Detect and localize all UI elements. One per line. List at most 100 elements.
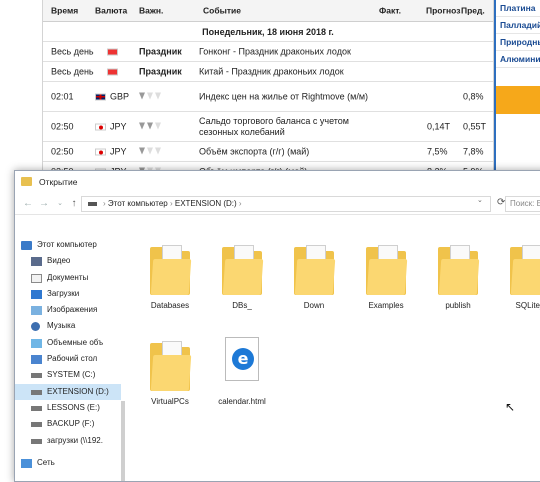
folder-item[interactable]: Down — [279, 241, 349, 310]
downloads-icon — [31, 289, 42, 299]
folder-item[interactable]: publish — [423, 241, 493, 310]
recent-locations-chevron-icon[interactable]: ⌄ — [53, 197, 67, 211]
importance-bull-icon — [155, 147, 161, 154]
holiday-type: Праздник — [139, 46, 182, 56]
event-title[interactable]: Объём экспорта (г/г) (май) — [199, 146, 379, 157]
video-icon — [31, 257, 42, 267]
mouse-cursor-icon: ↖ — [505, 400, 516, 414]
sidebar-item[interactable]: Видео — [15, 253, 121, 269]
sidebar-item[interactable]: загрузки (\\192. — [15, 433, 121, 449]
sidebar-item[interactable]: Рабочий стол — [15, 351, 121, 367]
header-currency: Валюта — [95, 5, 128, 15]
folder-icon — [148, 241, 192, 297]
forward-arrow-icon[interactable]: → — [37, 197, 51, 211]
folder-icon — [148, 337, 192, 393]
holiday-flag — [107, 46, 122, 57]
event-forecast: 7,5% — [427, 146, 448, 156]
event-row[interactable]: 02:01 GBP Индекс цен на жилье от Rightmove… — [43, 82, 493, 112]
file-name: DBs_ — [232, 301, 252, 310]
date-row: Понедельник, 18 июня 2018 г. — [43, 22, 493, 42]
sidebar-item[interactable]: Изображения — [15, 302, 121, 318]
sidebar-item[interactable]: Объемные объ — [15, 335, 121, 351]
economic-calendar-table: Время Валюта Важн. Событие Факт. Прогноз… — [42, 0, 494, 182]
event-currency: JPY — [110, 146, 127, 156]
sidebar-item[interactable]: BACKUP (F:) — [15, 416, 121, 432]
header-event: Событие — [203, 5, 241, 15]
back-arrow-icon[interactable]: ← — [21, 197, 35, 211]
dialog-titlebar[interactable]: Открытие — [15, 171, 540, 193]
event-title[interactable]: Индекс цен на жилье от Rightmove (м/м) — [199, 91, 379, 102]
event-currency-cell: GBP — [95, 91, 129, 102]
sidebar-item-label: Этот компьютер — [37, 240, 97, 249]
address-dropdown-chevron-icon[interactable]: ⌄ — [477, 196, 483, 204]
calendar-header-row: Время Валюта Важн. Событие Факт. Прогноз… — [43, 0, 493, 22]
importance-bull-icon — [155, 122, 161, 129]
folder-icon — [220, 241, 264, 297]
event-currency: JPY — [110, 121, 127, 131]
importance-bull-icon — [139, 92, 145, 99]
sidebar-item-label: загрузки (\\192. — [47, 435, 103, 445]
currency-flag-icon — [95, 148, 106, 156]
flag-icon — [107, 48, 118, 56]
commodity-link-aluminum[interactable]: Алюминий — [496, 51, 540, 68]
file-name: SQLite_ — [515, 301, 540, 310]
orange-banner[interactable] — [496, 86, 540, 114]
holiday-row: Весь день Праздник Гонконг - Праздник драк… — [43, 42, 493, 62]
holiday-type: Праздник — [139, 66, 182, 76]
sidebar-item[interactable]: SYSTEM (C:) — [15, 367, 121, 383]
commodity-link-palladium[interactable]: Палладий — [496, 17, 540, 34]
commodity-link-platinum[interactable]: Платина — [496, 0, 540, 17]
header-time: Время — [51, 5, 79, 15]
network-icon — [21, 458, 32, 468]
folder-item[interactable]: SQLite_ — [495, 241, 540, 310]
sidebar-item[interactable]: Документы — [15, 270, 121, 286]
header-actual: Факт. — [379, 5, 402, 15]
event-previous: 0,55T — [463, 121, 487, 131]
event-title[interactable]: Сальдо торгового баланса с учетом сезонн… — [199, 116, 379, 138]
sidebar-item-label: BACKUP (F:) — [47, 419, 95, 429]
folder-item[interactable]: Examples — [351, 241, 421, 310]
drive-icon — [88, 201, 97, 206]
header-previous: Пред. — [461, 5, 485, 15]
folder-icon — [364, 241, 408, 297]
folder-item[interactable]: DBs_ — [207, 241, 277, 310]
folder-icon — [436, 241, 480, 297]
up-arrow-icon[interactable]: ↑ — [67, 197, 81, 211]
address-bar[interactable]: › Этот компьютер › EXTENSION (D:) › — [81, 196, 491, 212]
sidebar-scrollbar[interactable] — [121, 401, 125, 481]
documents-icon — [31, 273, 42, 283]
sidebar-item[interactable]: Музыка — [15, 318, 121, 334]
search-input[interactable]: Поиск: E — [505, 196, 540, 212]
breadcrumb-this-pc[interactable]: Этот компьютер — [108, 199, 168, 208]
file-list: Databases DBs_ Down Examples publish SQL… — [135, 237, 540, 477]
commodity-link-natural-gas[interactable]: Природны — [496, 34, 540, 51]
event-forecast: 0,14T — [427, 121, 451, 131]
folder-icon — [21, 177, 32, 186]
folder-icon — [508, 241, 540, 297]
importance-bull-icon — [139, 147, 145, 154]
breadcrumb-extension-d[interactable]: EXTENSION (D:) — [175, 199, 237, 208]
sidebar-item[interactable]: Загрузки — [15, 286, 121, 302]
sidebar-item[interactable]: Сеть — [15, 455, 121, 471]
drive-icon — [31, 373, 42, 379]
sidebar-item-label: LESSONS (E:) — [47, 402, 100, 412]
currency-flag-icon — [95, 93, 106, 101]
event-row[interactable]: 02:50 JPY Объём экспорта (г/г) (май) 7,5% 7,… — [43, 142, 493, 162]
file-name: Examples — [368, 301, 404, 310]
file-name: VirtualPCs — [151, 397, 189, 406]
sidebar-item[interactable]: EXTENSION (D:) — [15, 383, 121, 400]
event-importance — [139, 146, 163, 157]
right-panel: Платина Палладий Природны Алюминий — [496, 0, 540, 114]
flag-icon — [107, 68, 118, 76]
sidebar-item[interactable]: Этот компьютер — [15, 237, 121, 253]
open-file-dialog: Открытие ← → ⌄ ↑ › Этот компьютер › EXTE… — [14, 170, 540, 482]
sidebar-item[interactable]: LESSONS (E:) — [15, 400, 121, 416]
folder-item[interactable]: Databases — [135, 241, 205, 310]
file-name: Down — [303, 301, 325, 310]
event-currency-cell: JPY — [95, 121, 127, 132]
event-row[interactable]: 02:50 JPY Сальдо торгового баланса с учето… — [43, 112, 493, 142]
network-drive-icon — [31, 438, 42, 444]
music-icon — [31, 322, 40, 332]
file-item[interactable]: e calendar.html — [207, 337, 277, 406]
folder-item[interactable]: VirtualPCs — [135, 337, 205, 406]
